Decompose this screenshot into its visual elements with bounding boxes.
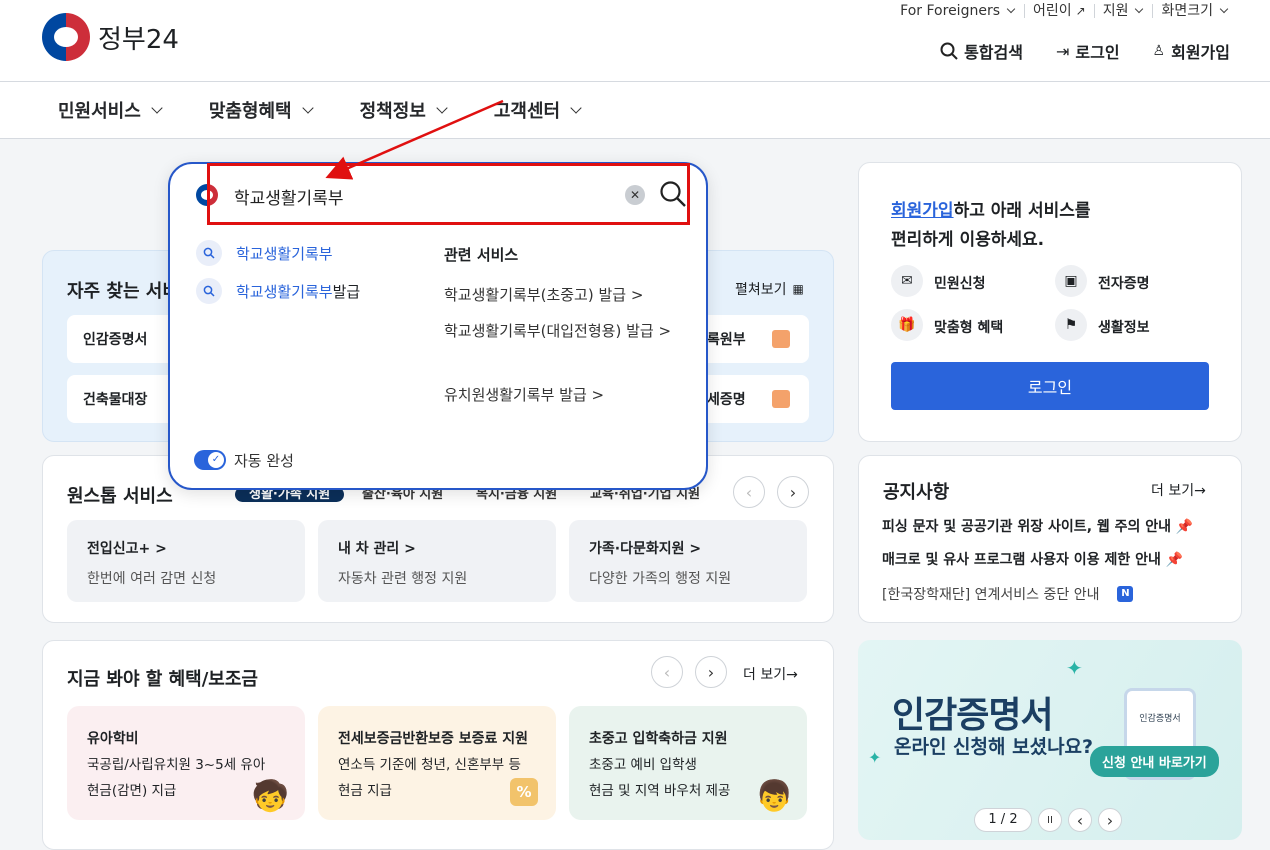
annotation-arrow <box>325 99 504 180</box>
